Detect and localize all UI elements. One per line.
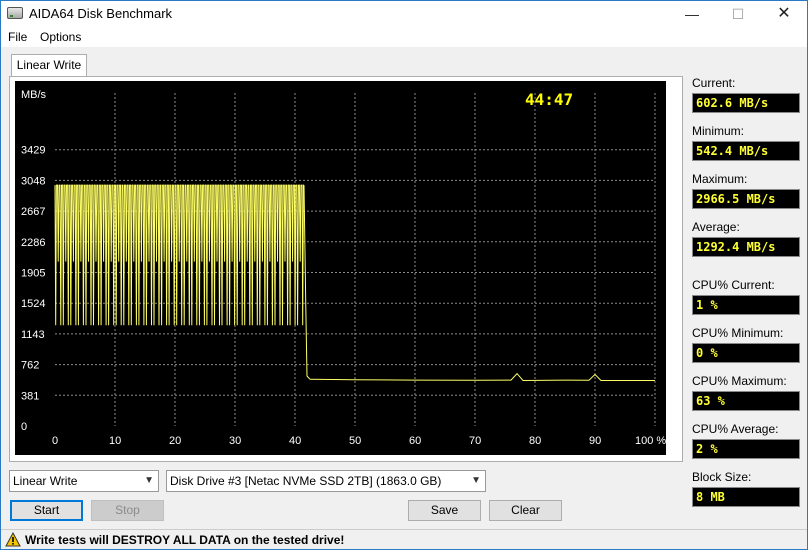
drive-select[interactable]: Disk Drive #3 [Netac NVMe SSD 2TB] (1863… [166,470,486,492]
cpu-minimum-value: 0 % [692,343,800,363]
y-tick-label: 3429 [21,145,45,157]
tab-linear-write[interactable]: Linear Write [11,54,87,77]
clear-button[interactable]: Clear [489,500,562,521]
minimum-label: Minimum: [692,124,745,138]
y-tick-label: 2667 [21,206,45,218]
maximize-button[interactable]: ☐ [715,1,761,27]
menu-file[interactable]: File [8,30,27,44]
average-value: 1292.4 MB/s [692,237,800,257]
series-line-steady [309,372,655,382]
benchmark-chart: MB/s 0 381 762 1143 1524 1905 2286 2667 3048 3429 0… [15,81,666,455]
test-type-select[interactable]: Linear Write ▼ [9,470,159,492]
cpu-current-value: 1 % [692,295,800,315]
drive-value: Disk Drive #3 [Netac NVMe SSD 2TB] (1863… [170,474,442,488]
elapsed-timer: 44:47 [525,90,574,109]
app-window: AIDA64 Disk Benchmark — ☐ ✕ File Options… [0,0,808,550]
disk-drive-icon [7,7,23,19]
minimum-value: 542.4 MB/s [692,141,800,161]
save-button[interactable]: Save [408,500,481,521]
warning-text: Write tests will DESTROY ALL DATA on the… [25,533,345,547]
x-tick-label: 100 % [635,435,666,447]
cpu-maximum-value: 63 % [692,391,800,411]
cpu-current-label: CPU% Current: [692,278,775,292]
chevron-down-icon: ▼ [471,475,481,486]
menu-options[interactable]: Options [40,30,81,44]
x-tick-label: 60 [409,435,421,447]
status-bar: Write tests will DESTROY ALL DATA on the… [1,529,807,549]
cpu-average-value: 2 % [692,439,800,459]
y-tick-label: 0 [21,421,27,433]
average-label: Average: [692,220,740,234]
cpu-maximum-label: CPU% Maximum: [692,374,787,388]
block-size-label: Block Size: [692,470,752,484]
y-tick-label: 381 [21,390,39,402]
close-button[interactable]: ✕ [761,1,807,27]
cpu-average-label: CPU% Average: [692,422,779,436]
cpu-minimum-label: CPU% Minimum: [692,326,784,340]
minimize-button[interactable]: — [669,1,715,27]
x-tick-label: 10 [109,435,121,447]
window-title: AIDA64 Disk Benchmark [29,6,173,21]
y-unit-label: MB/s [21,89,47,101]
current-label: Current: [692,76,736,90]
x-tick-label: 30 [229,435,241,447]
maximum-label: Maximum: [692,172,748,186]
x-tick-label: 20 [169,435,181,447]
x-tick-label: 70 [469,435,481,447]
y-tick-label: 1905 [21,268,45,280]
y-tick-label: 1143 [21,329,45,341]
y-tick-label: 1524 [21,298,45,310]
stop-button[interactable]: Stop [91,500,164,521]
chart-svg: MB/s 0 381 762 1143 1524 1905 2286 2667 3048 3429 0… [21,89,666,447]
y-tick-label: 2286 [21,237,45,249]
x-tick-label: 50 [349,435,361,447]
x-tick-label: 80 [529,435,541,447]
current-value: 602.6 MB/s [692,93,800,113]
menu-bar: File Options [1,27,807,47]
warning-icon [5,532,21,547]
title-bar: AIDA64 Disk Benchmark — ☐ ✕ [1,1,807,27]
test-type-value: Linear Write [13,474,78,488]
series-line-drop [303,185,311,380]
x-tick-label: 40 [289,435,301,447]
y-tick-label: 3048 [21,175,45,187]
maximum-value: 2966.5 MB/s [692,189,800,209]
chevron-down-icon: ▼ [144,475,154,486]
start-button[interactable]: Start [10,500,83,521]
series-line-oscillating [54,184,304,326]
y-tick-label: 762 [21,360,39,372]
x-tick-label: 90 [589,435,601,447]
x-tick-label: 0 [52,435,58,447]
block-size-value: 8 MB [692,487,800,507]
